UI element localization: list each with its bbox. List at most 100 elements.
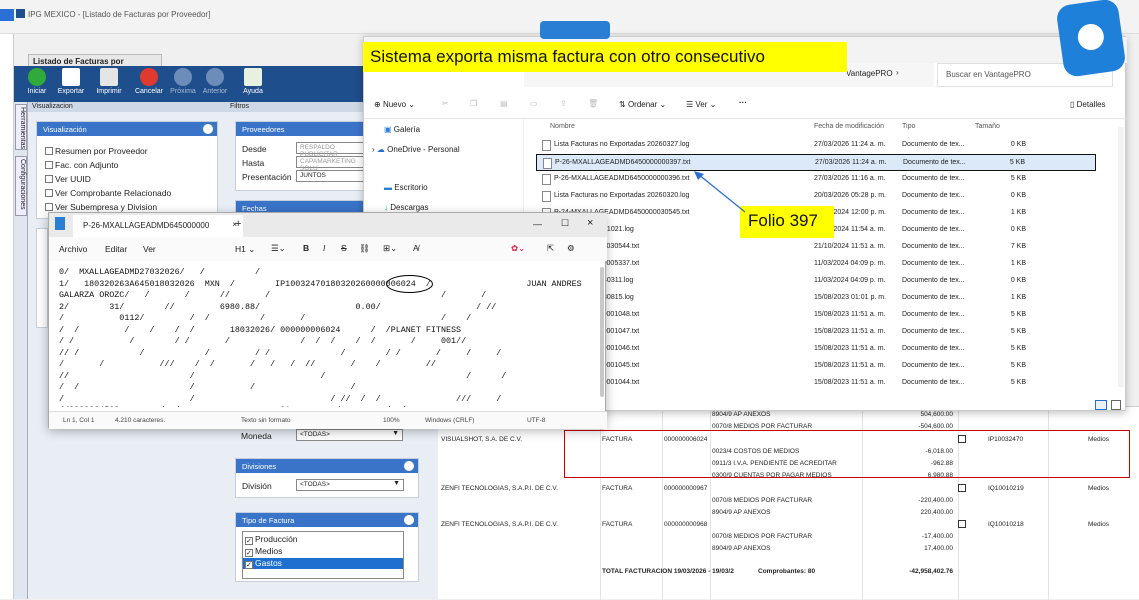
divisiones-header[interactable]: Divisiones — [236, 459, 418, 473]
copilot-icon[interactable]: ✿⌄ — [511, 243, 525, 254]
ordenar-button[interactable]: ⇅ Ordenar ⌄ — [619, 100, 666, 109]
file-name: P-26-MXALLAGEADMD6450000000396.txt — [554, 175, 690, 182]
opt-subempresa-division[interactable]: Ver Subempresa y Division — [45, 202, 157, 212]
iniciar-button[interactable]: Iniciar — [22, 68, 52, 95]
visualizacion-header[interactable]: Visualización — [37, 122, 217, 136]
col-nombre[interactable]: Nombre — [550, 123, 575, 130]
file-row[interactable]: EADMD6450000030544.txt21/10/2024 11:51 a… — [536, 239, 1096, 256]
delete-icon[interactable]: 🗑 — [588, 99, 598, 108]
row-checkbox[interactable] — [958, 484, 966, 492]
nav-escritorio[interactable]: ▬ Escritorio — [384, 183, 428, 192]
settings-icon[interactable]: ⚙ — [567, 243, 575, 254]
encoding: UTF-8 — [527, 417, 546, 424]
file-row[interactable]: EADMD6450000001047.txt15/08/2023 11:51 a… — [536, 324, 1096, 341]
close-window-icon[interactable]: × — [587, 217, 593, 229]
scrollbar[interactable] — [1118, 127, 1124, 387]
cancelar-button[interactable]: Cancelar — [134, 68, 164, 95]
details-view-icon[interactable] — [1095, 400, 1107, 410]
opt-resumen-proveedor[interactable]: Resumen por Proveedor — [45, 146, 148, 156]
table-row[interactable]: ZENFI TECNOLOGIAS, S.A.P.I. DE C.V. FACTU… — [438, 519, 1139, 531]
notepad-text-area[interactable]: 0/ MXALLAGEADMD27032026/ / / 1/ 18032026… — [59, 267, 599, 407]
text-format: Texto sin formato — [241, 417, 291, 424]
ver-button[interactable]: ☰ Ver ⌄ — [686, 100, 716, 109]
nav-descargas[interactable]: ↓ Descargas — [384, 203, 428, 212]
menu-archivo[interactable]: Archivo — [59, 244, 87, 254]
col-fecha[interactable]: Fecha de modificación — [814, 123, 884, 130]
bold-icon[interactable]: B — [303, 243, 309, 253]
menu-ver[interactable]: Ver — [143, 244, 156, 254]
share-icon[interactable]: ⇱ — [547, 243, 554, 254]
notepad-tab[interactable]: P-26-MXALLAGEADMD645000000 × — [73, 215, 243, 237]
exportar-button[interactable]: Exportar — [56, 68, 86, 95]
ayuda-button[interactable]: Ayuda — [238, 68, 268, 95]
presentacion-select[interactable]: JUNTOS — [296, 170, 366, 182]
file-row[interactable]: Exportadas 20230815.log15/08/2023 01:01 … — [536, 290, 1096, 307]
file-row[interactable]: P-26-MXALLAGEADMD6450000000397.txt 27/03/… — [536, 154, 1096, 171]
paste-icon[interactable]: ▤ — [500, 99, 508, 108]
menu-editar[interactable]: Editar — [105, 244, 127, 254]
collapse-icon[interactable] — [404, 461, 414, 471]
file-row[interactable]: EADMD6450000001046.txt15/08/2023 11:51 a… — [536, 341, 1096, 358]
file-row[interactable]: EADMD6450000001048.txt15/08/2023 11:51 a… — [536, 307, 1096, 324]
tipo-gastos[interactable]: ✓ Gastos — [243, 558, 403, 569]
moneda-select[interactable]: <TODAS> ▼ — [296, 429, 403, 441]
new-tab-icon[interactable]: + — [235, 218, 241, 230]
nav-onedrive[interactable]: › ☁ OneDrive - Personal — [372, 145, 460, 154]
cut-icon[interactable]: ✂ — [442, 99, 449, 108]
row-checkbox[interactable] — [958, 520, 966, 528]
more-options-button[interactable]: ··· — [739, 98, 747, 107]
table-row[interactable]: 8904/9 AP ANEXOS 17,400.00 — [438, 543, 1139, 555]
col-tipo[interactable]: Tipo — [902, 123, 915, 130]
file-size: 0 KB — [1010, 226, 1026, 233]
tab-herramientas[interactable]: Herramientas — [15, 104, 27, 150]
table-row[interactable]: 0070/8 MEDIOS POR FACTURAR -220,400.00 — [438, 495, 1139, 507]
link-icon[interactable]: ⛓ — [359, 243, 370, 254]
col-tamano[interactable]: Tamaño — [975, 123, 1000, 130]
opt-label: Fac. con Adjunto — [55, 160, 119, 170]
nav-galeria[interactable]: ▣ Galería — [384, 125, 420, 134]
hasta-field[interactable]: CAPAMARKETING SOLU — [296, 156, 366, 172]
collapse-icon[interactable] — [203, 124, 213, 134]
file-row[interactable]: Lista Facturas no Exportadas 20260320.lo… — [536, 188, 1096, 205]
file-row[interactable]: EADMD6450000001044.txt15/08/2023 11:51 a… — [536, 375, 1096, 392]
anterior-button[interactable]: Anterior — [200, 68, 230, 95]
imprimir-button[interactable]: Imprimir — [94, 68, 124, 95]
heading-button[interactable]: H1 ⌄ — [235, 244, 255, 255]
file-row[interactable]: Exportadas 20240311.log11/03/2024 04:09 … — [536, 273, 1096, 290]
tipo-medios[interactable]: ✓ Medios — [245, 546, 282, 557]
file-row[interactable]: EADMD6450000001045.txt15/08/2023 11:51 a… — [536, 358, 1096, 375]
detalles-button[interactable]: ▯ Detalles — [1070, 100, 1106, 109]
proveedores-header[interactable]: Proveedores — [236, 122, 364, 136]
opt-ver-uuid[interactable]: Ver UUID — [45, 174, 91, 184]
tipo-produccion[interactable]: ✓ Producción — [245, 534, 298, 545]
minimize-icon[interactable]: — — [533, 219, 542, 229]
desde-field[interactable]: RESPALDO PUBLICITAR — [296, 142, 366, 158]
rename-icon[interactable]: ▭ — [530, 99, 538, 108]
table-icon[interactable]: ⊞⌄ — [383, 243, 397, 254]
file-row[interactable]: EADMD6450000005337.txt11/03/2024 04:09 p… — [536, 256, 1096, 273]
collapse-icon[interactable] — [404, 515, 414, 525]
clear-format-icon[interactable]: A̸ — [413, 243, 419, 253]
copy-icon[interactable]: ❐ — [470, 99, 477, 108]
proxima-button[interactable]: Próxima — [168, 68, 198, 95]
tipo-label: Medios — [255, 546, 283, 556]
tiles-view-icon[interactable] — [1111, 400, 1121, 410]
italic-icon[interactable]: I — [323, 243, 325, 253]
share-icon[interactable]: ⇪ — [560, 99, 567, 108]
strikethrough-icon[interactable]: S — [341, 243, 347, 253]
division-select[interactable]: <TODAS> ▼ — [296, 479, 404, 491]
table-row[interactable]: 8904/9 AP ANEXOS 220,400.00 — [438, 507, 1139, 519]
tipo-factura-header[interactable]: Tipo de Factura — [236, 513, 418, 527]
opt-fac-adjunto[interactable]: Fac. con Adjunto — [45, 160, 118, 170]
file-row[interactable]: P-26-MXALLAGEADMD6450000000396.txt 27/03/… — [536, 171, 1096, 188]
scrollbar[interactable] — [600, 267, 604, 397]
table-row[interactable]: 0070/8 MEDIOS POR FACTURAR -17,400.00 — [438, 531, 1139, 543]
file-row[interactable]: Lista Facturas no Exportadas 20260327.lo… — [536, 137, 1096, 154]
file-size: 0 KB — [1010, 192, 1026, 199]
list-icon[interactable]: ☰⌄ — [271, 243, 286, 254]
new-button[interactable]: ⊕ Nuevo ⌄ — [374, 100, 415, 109]
tab-configuraciones[interactable]: Configuraciones — [15, 156, 27, 216]
maximize-icon[interactable]: ☐ — [561, 218, 569, 229]
opt-comprobante-relacionado[interactable]: Ver Comprobante Relacionado — [45, 188, 171, 198]
table-row[interactable]: ZENFI TECNOLOGIAS, S.A.P.I. DE C.V. FACTU… — [438, 483, 1139, 495]
